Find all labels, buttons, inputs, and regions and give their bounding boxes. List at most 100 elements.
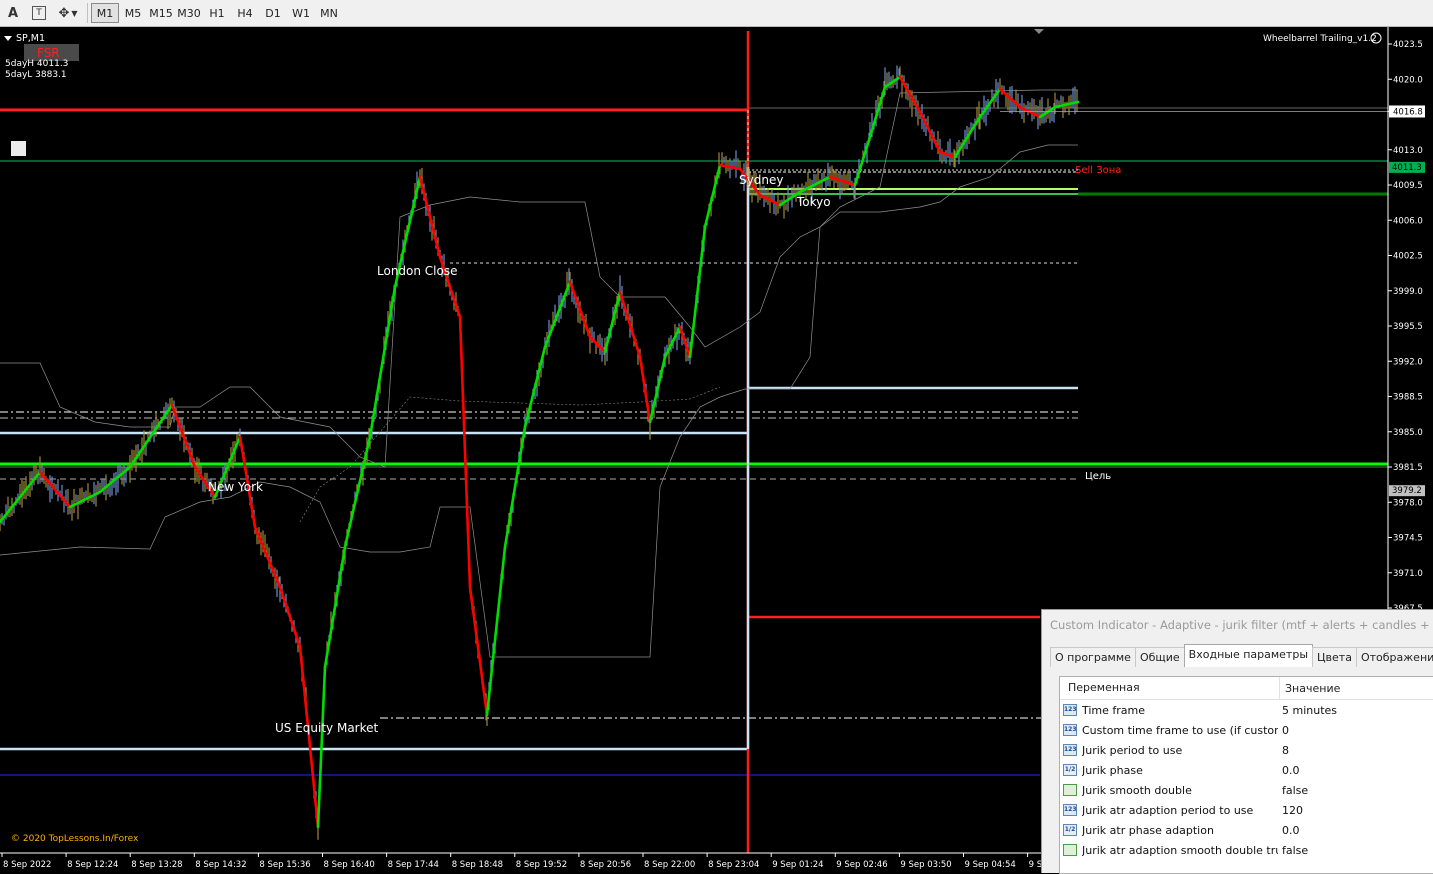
day-high-label: 5dayH 4011.3	[5, 59, 68, 69]
dialog-tab-1[interactable]: Общие	[1134, 647, 1185, 667]
time-tick-label: 9 Sep 03:50	[900, 860, 951, 870]
bool-param-icon	[1063, 844, 1077, 856]
timeframe-m30[interactable]: M30	[175, 3, 203, 23]
int-param-icon: 123	[1063, 744, 1077, 756]
param-value[interactable]: 5 minutes	[1280, 704, 1337, 717]
price-tick-label: 4023.5	[1393, 40, 1423, 50]
param-name-cell: 123 Custom time frame to use (if custom t…	[1060, 724, 1280, 737]
timeframe-w1[interactable]: W1	[287, 3, 315, 23]
price-tag-label: 3979.2	[1392, 486, 1422, 496]
dialog-tab-3[interactable]: Цвета	[1312, 647, 1357, 667]
param-row[interactable]: 123 Time frame 5 minutes	[1060, 700, 1433, 720]
session-sydney: Sydney	[739, 173, 783, 187]
indicator-properties-dialog: Custom Indicator - Adaptive - jurik filt…	[1041, 609, 1433, 874]
text-icon[interactable]: A	[0, 3, 26, 23]
jurik-filter-segment	[38, 470, 72, 509]
param-name: Jurik atr phase adaption	[1082, 823, 1214, 837]
bool-param-icon	[1063, 784, 1077, 796]
param-row[interactable]: Jurik atr adaption smooth double true/f.…	[1060, 840, 1433, 860]
price-tick-label: 3992.0	[1393, 357, 1423, 367]
param-value[interactable]: 8	[1280, 744, 1289, 757]
double-param-icon: 1/2	[1063, 764, 1077, 776]
price-tick-label: 3999.0	[1393, 287, 1423, 297]
text-label-icon[interactable]: T	[26, 3, 52, 23]
dialog-title: Custom Indicator - Adaptive - jurik filt…	[1050, 618, 1433, 632]
copyright-label: © 2020 TopLessons.In/Forex	[11, 834, 139, 844]
indicator-name-label: Wheelbarrel Trailing_v1.2	[1263, 34, 1377, 44]
jurik-filter-segment	[316, 665, 327, 829]
symbol-collapse-icon[interactable]	[4, 36, 12, 41]
params-header: Переменная Значение	[1060, 677, 1433, 700]
sell-zone-label: Sell Зона	[1075, 165, 1121, 176]
price-tick-label: 3995.5	[1393, 322, 1423, 332]
dialog-tab-4[interactable]: Отображение	[1355, 647, 1433, 667]
price-tick-label: 4006.0	[1393, 216, 1423, 226]
jurik-filter-segment	[663, 325, 682, 359]
timeframe-h4[interactable]: H4	[231, 3, 259, 23]
param-name-cell: 1/2 Jurik atr phase adaption	[1060, 824, 1280, 837]
chart-toolbar: A T ✥ ▼ M1 M5 M15 M30 H1 H4 D1 W1 MN	[0, 0, 1433, 27]
jurik-filter-segment	[323, 545, 347, 669]
dialog-tab-2[interactable]: Входные параметры	[1183, 644, 1314, 667]
target-label: Цель	[1085, 471, 1111, 482]
param-row[interactable]: 1/2 Jurik atr phase adaption 0.0	[1060, 820, 1433, 840]
time-tick-label: 8 Sep 2022	[3, 860, 51, 870]
toolbar-separator	[87, 3, 88, 23]
timeframe-group: M1 M5 M15 M30 H1 H4 D1 W1 MN	[91, 3, 343, 23]
chart-checkbox[interactable]	[11, 141, 26, 156]
param-row[interactable]: 123 Jurik period to use 8	[1060, 740, 1433, 760]
timeframe-d1[interactable]: D1	[259, 3, 287, 23]
param-value[interactable]: false	[1280, 784, 1308, 797]
price-tick-label: 3971.0	[1393, 569, 1423, 579]
param-name: Jurik phase	[1082, 763, 1143, 777]
trailing-upper-line	[0, 89, 1078, 468]
dialog-tabs: О программе Общие Входные параметры Цвета От…	[1050, 644, 1433, 667]
param-name: Time frame	[1082, 703, 1146, 717]
trailing-mid-line	[299, 386, 721, 523]
price-tick-label: 3985.0	[1393, 428, 1423, 438]
time-tick-label: 9 Sep 02:46	[836, 860, 887, 870]
session-us-equity: US Equity Market	[275, 721, 379, 735]
time-tick-label: 9 Sep 04:54	[965, 860, 1016, 870]
jurik-filter-segment	[503, 425, 527, 549]
price-tag-label: 4011.3	[1392, 163, 1422, 173]
param-row[interactable]: Jurik smooth double false	[1060, 780, 1433, 800]
fsr-badge: FSR	[37, 46, 60, 60]
jurik-filter-segment	[343, 435, 372, 549]
param-value[interactable]: 120	[1280, 804, 1303, 817]
param-row[interactable]: 123 Custom time frame to use (if custom t…	[1060, 720, 1433, 740]
jurik-filter-segment	[703, 163, 722, 229]
jurik-filter-segment	[458, 315, 472, 589]
param-name-cell: Jurik smooth double	[1060, 784, 1280, 797]
timeframe-h1[interactable]: H1	[203, 3, 231, 23]
timeframe-m5[interactable]: M5	[119, 3, 147, 23]
timeframe-mn[interactable]: MN	[315, 3, 343, 23]
param-row[interactable]: 1/2 Jurik phase 0.0	[1060, 760, 1433, 780]
timeframe-m1[interactable]: M1	[91, 3, 119, 23]
jurik-filter-segment	[418, 175, 442, 259]
jurik-filter-segment	[128, 403, 174, 469]
dialog-tab-0[interactable]: О программе	[1050, 647, 1136, 667]
param-value[interactable]: 0.0	[1280, 764, 1300, 777]
jurik-filter-segment	[868, 85, 887, 139]
param-name: Jurik atr adaption period to use	[1082, 803, 1254, 817]
int-param-icon: 123	[1063, 804, 1077, 816]
shapes-icon[interactable]: ✥ ▼	[52, 3, 84, 23]
session-london-close: London Close	[377, 264, 458, 278]
jurik-filter-segment	[485, 545, 507, 717]
param-row[interactable]: 123 Jurik atr adaption period to use 120	[1060, 800, 1433, 820]
jurik-filter-segment	[953, 115, 982, 159]
param-value[interactable]: false	[1280, 844, 1308, 857]
param-name-cell: 123 Time frame	[1060, 704, 1280, 717]
jurik-filter-segment	[568, 280, 592, 339]
session-tokyo: Tokyo	[796, 195, 831, 209]
time-tick-label: 8 Sep 16:40	[324, 860, 375, 870]
param-name-cell: 1/2 Jurik phase	[1060, 764, 1280, 777]
param-rows: 123 Time frame 5 minutes 123 Custom time fra…	[1060, 700, 1433, 860]
timeframe-m15[interactable]: M15	[147, 3, 175, 23]
jurik-filter-segment	[468, 585, 489, 717]
jurik-filter-segment	[978, 87, 1002, 119]
param-value[interactable]: 0.0	[1280, 824, 1300, 837]
jurik-filter-segment	[543, 280, 572, 349]
param-value[interactable]: 0	[1280, 724, 1289, 737]
